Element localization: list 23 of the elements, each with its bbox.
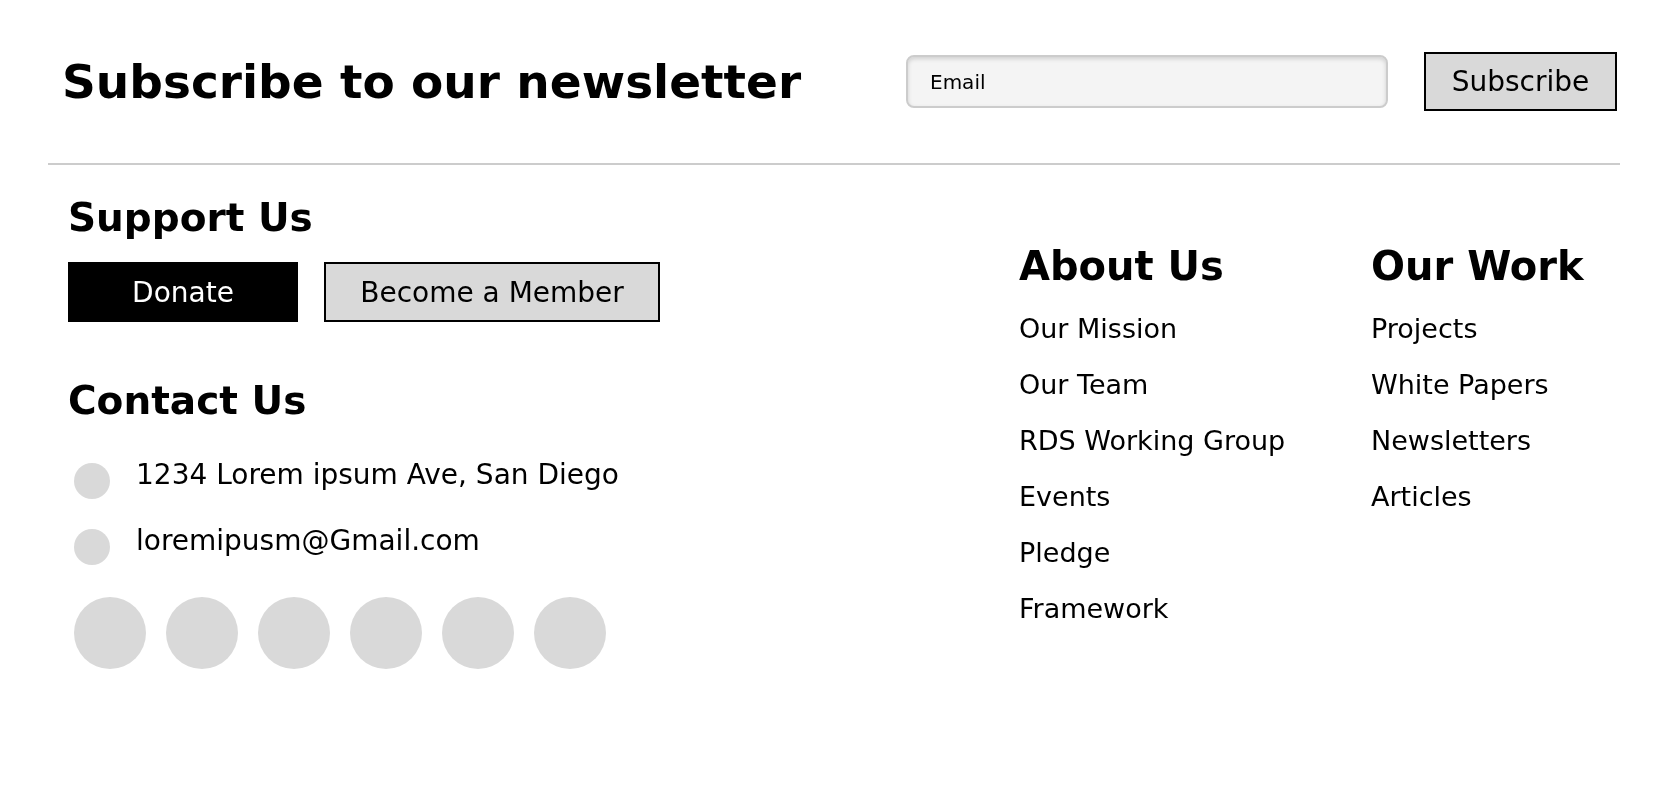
column-title: About Us [1019, 243, 1224, 289]
footer-link[interactable]: Our Mission [1019, 301, 1178, 357]
footer-link[interactable]: Framework [1019, 581, 1169, 637]
footer-link[interactable]: Newsletters [1371, 413, 1532, 469]
subscribe-button[interactable]: Subscribe [1424, 52, 1617, 111]
email-field[interactable]: Email [906, 55, 1388, 108]
footer-link[interactable]: Projects [1371, 301, 1478, 357]
footer-link[interactable]: White Papers [1371, 357, 1549, 413]
circle-icon [74, 463, 110, 499]
contact-title: Contact Us [68, 378, 308, 423]
footer-link[interactable]: Our Team [1019, 357, 1149, 413]
newsletter-title: Subscribe to our newsletter [62, 54, 803, 109]
footer-link[interactable]: Pledge [1019, 525, 1111, 581]
contact-text: loremipusm@Gmail.com [136, 523, 480, 557]
member-button[interactable]: Become a Member [324, 262, 660, 322]
footer-link[interactable]: RDS Working Group [1019, 413, 1286, 469]
contact-text: 1234 Lorem ipsum Ave, San Diego [136, 457, 619, 491]
circle-icon [74, 529, 110, 565]
footer-link[interactable]: Events [1019, 469, 1111, 525]
support-title: Support Us [68, 195, 314, 240]
footer-link[interactable]: Articles [1371, 469, 1472, 525]
column-title: Our Work [1371, 243, 1584, 289]
donate-button[interactable]: Donate [68, 262, 298, 322]
